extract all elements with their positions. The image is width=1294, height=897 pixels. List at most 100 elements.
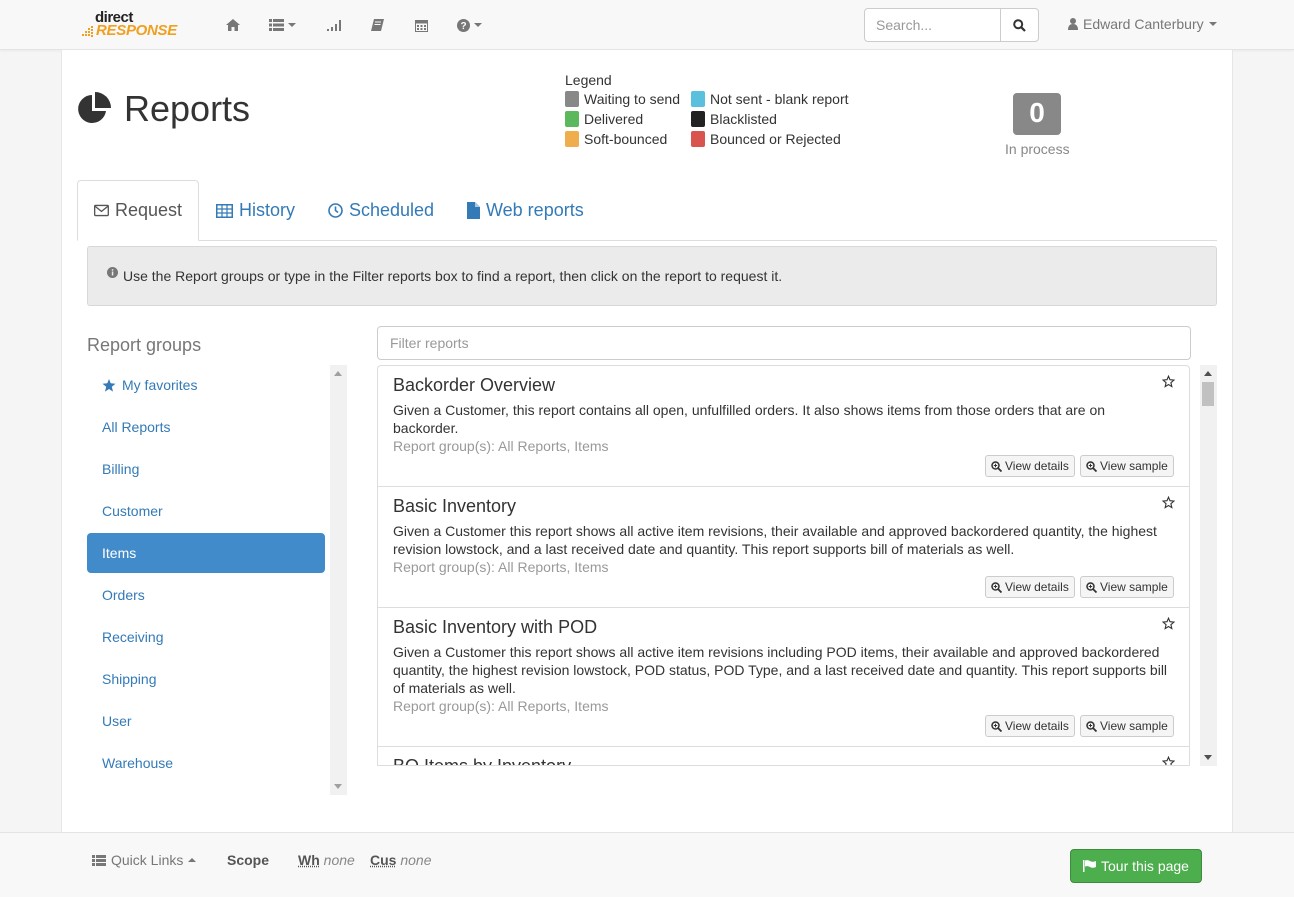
status-legend: Legend Waiting to send Not sent - blank … xyxy=(565,72,861,147)
legend-item-delivered: Delivered xyxy=(565,111,691,127)
chevron-down-icon xyxy=(474,23,482,27)
signal-nav-button[interactable] xyxy=(327,15,343,35)
calendar-icon xyxy=(415,19,428,32)
search-button[interactable] xyxy=(1000,8,1039,42)
zoom-in-icon xyxy=(991,581,1002,593)
chevron-down-icon xyxy=(288,23,296,27)
calendar-nav-button[interactable] xyxy=(415,15,428,35)
help-icon: ? xyxy=(457,18,470,32)
reports-list: Backorder Overview Given a Customer, thi… xyxy=(377,365,1190,766)
in-process-counter: 0 In process xyxy=(1005,93,1070,157)
scope-warehouse[interactable]: Wh none xyxy=(298,852,355,868)
list-icon xyxy=(92,854,106,866)
view-details-button[interactable]: View details xyxy=(985,715,1075,737)
info-icon xyxy=(107,266,118,278)
logo-dots-icon xyxy=(82,26,93,37)
tour-page-button[interactable]: Tour this page xyxy=(1070,849,1202,883)
favorite-star-icon[interactable] xyxy=(1162,617,1175,630)
scroll-up-arrow-icon[interactable] xyxy=(334,371,342,376)
quick-links-button[interactable]: Quick Links xyxy=(92,852,197,868)
report-item[interactable]: BO Items by Inventory xyxy=(378,747,1189,766)
group-item-shipping[interactable]: Shipping xyxy=(87,659,325,699)
report-title[interactable]: BO Items by Inventory xyxy=(393,756,571,765)
report-item[interactable]: Backorder Overview Given a Customer, thi… xyxy=(378,366,1189,487)
tab-request[interactable]: Request xyxy=(77,180,199,241)
report-item[interactable]: Basic Inventory Given a Customer this re… xyxy=(378,487,1189,608)
tab-history[interactable]: History xyxy=(200,180,311,241)
legend-item-blacklisted: Blacklisted xyxy=(691,111,861,127)
scroll-down-arrow-icon[interactable] xyxy=(334,784,342,789)
groups-scrollbar[interactable] xyxy=(330,365,347,795)
legend-item-bounced: Bounced or Rejected xyxy=(691,131,861,147)
scope-label: Scope xyxy=(227,852,270,868)
user-name: Edward Canterbury xyxy=(1083,16,1204,32)
legend-swatch xyxy=(691,131,705,147)
report-item[interactable]: Basic Inventory with POD Given a Custome… xyxy=(378,608,1189,747)
favorite-star-icon[interactable] xyxy=(1162,375,1175,388)
list-menu-button[interactable] xyxy=(269,15,296,35)
legend-item-waiting: Waiting to send xyxy=(565,91,691,107)
list-icon xyxy=(269,19,284,31)
scope-customer[interactable]: Cus none xyxy=(370,852,432,868)
home-icon xyxy=(226,19,240,31)
group-item-orders[interactable]: Orders xyxy=(87,575,325,615)
view-details-button[interactable]: View details xyxy=(985,455,1075,477)
group-item-my-favorites[interactable]: My favorites xyxy=(87,365,325,405)
view-sample-button[interactable]: View sample xyxy=(1080,455,1174,477)
star-icon xyxy=(102,378,116,392)
group-item-billing[interactable]: Billing xyxy=(87,449,325,489)
favorite-star-icon[interactable] xyxy=(1162,756,1175,766)
zoom-in-icon xyxy=(991,460,1002,472)
legend-swatch xyxy=(691,91,705,107)
view-sample-button[interactable]: View sample xyxy=(1080,576,1174,598)
report-title[interactable]: Backorder Overview xyxy=(393,375,555,396)
group-item-warehouse[interactable]: Warehouse xyxy=(87,743,325,783)
report-groups: Report group(s): All Reports, Items xyxy=(393,559,609,575)
group-item-all-reports[interactable]: All Reports xyxy=(87,407,325,447)
envelope-icon xyxy=(94,204,109,217)
report-description: Given a Customer this report shows all a… xyxy=(393,644,1168,696)
user-icon xyxy=(1068,18,1078,30)
report-groups: Report group(s): All Reports, Items xyxy=(393,438,609,454)
logo-text-response: RESPONSE xyxy=(96,22,177,39)
group-item-user[interactable]: User xyxy=(87,701,325,741)
search-input[interactable]: Search... xyxy=(864,8,1001,42)
zoom-in-icon xyxy=(991,720,1002,732)
zoom-in-icon xyxy=(1086,581,1097,593)
report-groups-heading: Report groups xyxy=(87,335,202,355)
report-description: Given a Customer this report shows all a… xyxy=(393,523,1157,557)
reports-scrollbar[interactable] xyxy=(1200,365,1217,766)
info-alert-text: Use the Report groups or type in the Fil… xyxy=(123,268,783,284)
filter-reports-input[interactable]: Filter reports xyxy=(377,326,1191,360)
report-tabs: Request History Scheduled Web reports xyxy=(77,180,1217,241)
report-title[interactable]: Basic Inventory with POD xyxy=(393,617,597,638)
user-menu[interactable]: Edward Canterbury xyxy=(1068,16,1217,32)
company-logo[interactable]: direct RESPONSE xyxy=(82,9,188,41)
footer-bar: Quick Links Scope Wh none Cus none Tour … xyxy=(0,832,1294,897)
view-details-button[interactable]: View details xyxy=(985,576,1075,598)
home-nav-button[interactable] xyxy=(226,15,240,35)
favorite-star-icon[interactable] xyxy=(1162,496,1175,509)
scroll-up-arrow-icon[interactable] xyxy=(1204,371,1212,376)
legend-item-soft-bounced: Soft-bounced xyxy=(565,131,691,147)
chevron-down-icon xyxy=(1208,22,1217,26)
legend-swatch xyxy=(565,91,579,107)
group-item-receiving[interactable]: Receiving xyxy=(87,617,325,657)
group-item-customer[interactable]: Customer xyxy=(87,491,325,531)
search-icon xyxy=(1013,18,1026,32)
scroll-down-arrow-icon[interactable] xyxy=(1204,755,1212,760)
book-nav-button[interactable] xyxy=(371,15,384,35)
help-menu-button[interactable]: ? xyxy=(457,15,482,35)
scroll-thumb[interactable] xyxy=(1202,382,1214,406)
legend-swatch xyxy=(565,111,579,127)
view-sample-button[interactable]: View sample xyxy=(1080,715,1174,737)
tab-web-reports[interactable]: Web reports xyxy=(451,180,600,241)
group-item-items[interactable]: Items xyxy=(87,533,325,573)
zoom-in-icon xyxy=(1086,720,1097,732)
report-groups-list: My favorites All Reports Billing Custome… xyxy=(87,365,347,795)
book-icon xyxy=(371,19,384,31)
report-title[interactable]: Basic Inventory xyxy=(393,496,516,517)
legend-item-not-sent: Not sent - blank report xyxy=(691,91,861,107)
zoom-in-icon xyxy=(1086,460,1097,472)
tab-scheduled[interactable]: Scheduled xyxy=(312,180,450,241)
